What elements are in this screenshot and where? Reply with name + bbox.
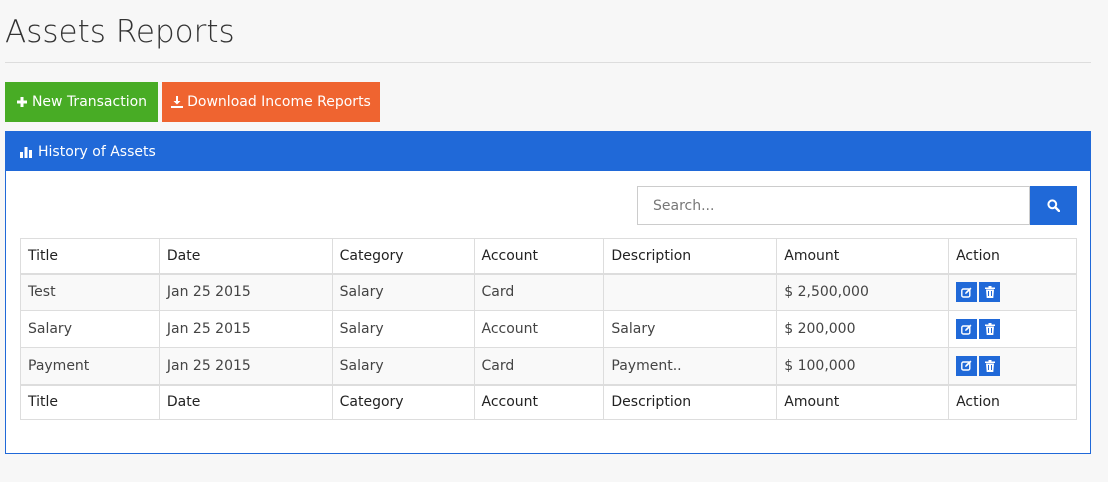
cell-action (948, 273, 1077, 311)
page-title: Assets Reports (5, 14, 235, 50)
new-transaction-button[interactable]: New Transaction (5, 82, 158, 122)
cell-description (603, 273, 778, 311)
column-footer: Date (158, 383, 333, 420)
column-header: Action (948, 238, 1077, 275)
download-income-reports-button[interactable]: Download Income Reports (162, 82, 380, 122)
column-footer: Account (473, 383, 605, 420)
edit-icon[interactable] (956, 355, 978, 376)
trash-icon[interactable] (979, 355, 1001, 376)
column-header: Description (603, 238, 778, 275)
search-button[interactable] (1030, 186, 1077, 225)
column-header: Title (20, 238, 160, 275)
cell-account: Card (473, 273, 605, 311)
new-transaction-label: New Transaction (31, 94, 148, 110)
column-header: Amount (776, 238, 950, 275)
trash-icon[interactable] (979, 282, 1001, 303)
search-group (637, 186, 1077, 225)
table-footer-row: Title Date Category Account Description … (20, 383, 1077, 420)
column-header: Date (158, 238, 333, 275)
column-footer: Amount (776, 383, 950, 420)
edit-icon[interactable] (956, 319, 978, 339)
cell-date: Jan 25 2015 (158, 310, 333, 348)
table-row: Salary Jan 25 2015 Salary Account Salary… (20, 310, 1077, 348)
column-footer: Title (20, 383, 160, 420)
edit-icon[interactable] (956, 282, 978, 303)
cell-date: Jan 25 2015 (158, 347, 333, 385)
cell-title: Test (20, 273, 160, 311)
column-header: Category (331, 238, 475, 275)
assets-table: Title Date Category Account Description … (20, 238, 1077, 420)
search-input[interactable] (637, 186, 1030, 225)
column-footer: Action (948, 383, 1077, 420)
cell-description: Payment.. (603, 347, 778, 385)
cell-account: Account (473, 310, 605, 348)
cell-action (948, 310, 1077, 348)
cell-category: Salary (331, 310, 475, 348)
table-row: Test Jan 25 2015 Salary Card $ 2,500,000 (20, 273, 1077, 311)
cell-description: Salary (603, 310, 778, 348)
title-divider (5, 62, 1091, 63)
history-panel: History of Assets Title Date Category Ac… (5, 131, 1091, 454)
table-header-row: Title Date Category Account Description … (20, 238, 1077, 275)
column-header: Account (473, 238, 605, 275)
download-income-reports-label: Download Income Reports (187, 94, 371, 110)
cell-category: Salary (331, 347, 475, 385)
column-footer: Category (331, 383, 475, 420)
bar-chart-icon (20, 146, 34, 158)
cell-title: Salary (20, 310, 160, 348)
cell-account: Card (473, 347, 605, 385)
cell-amount: $ 2,500,000 (776, 273, 950, 311)
cell-action (948, 347, 1077, 385)
cell-title: Payment (20, 347, 160, 385)
search-icon (1047, 199, 1060, 212)
cell-category: Salary (331, 273, 475, 311)
panel-header: History of Assets (6, 132, 1090, 171)
column-footer: Description (603, 383, 778, 420)
cell-amount: $ 100,000 (776, 347, 950, 385)
download-icon (171, 96, 184, 108)
plus-icon (16, 96, 28, 108)
cell-amount: $ 200,000 (776, 310, 950, 348)
trash-icon[interactable] (979, 319, 1001, 339)
table-row: Payment Jan 25 2015 Salary Card Payment.… (20, 347, 1077, 385)
panel-title: History of Assets (38, 143, 156, 160)
cell-date: Jan 25 2015 (158, 273, 333, 311)
